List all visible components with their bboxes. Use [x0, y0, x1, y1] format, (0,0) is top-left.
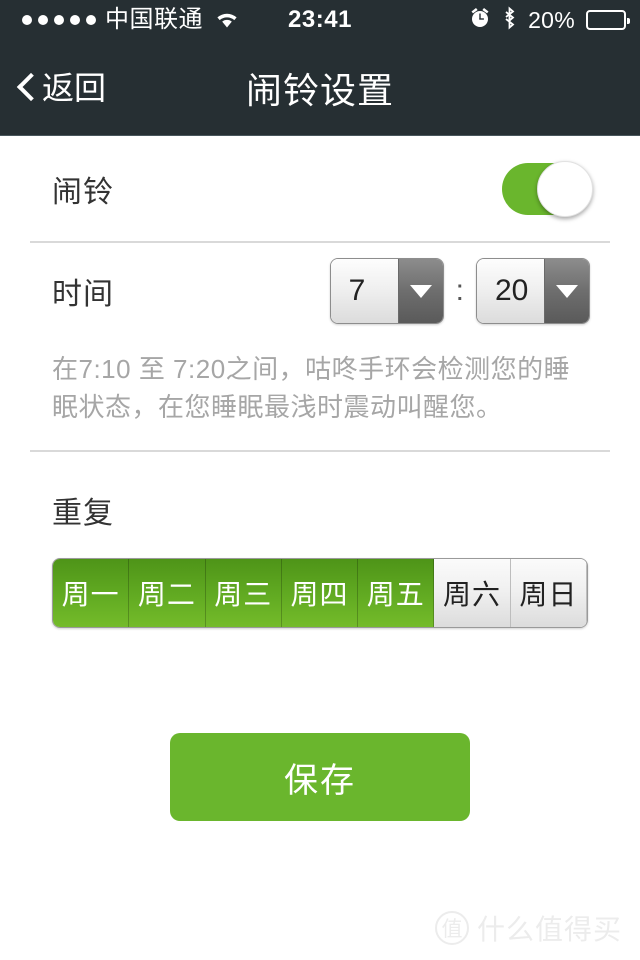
day-label: 周三	[214, 579, 273, 611]
day-cell[interactable]: 周三	[205, 559, 282, 628]
repeat-days-selector: 周一 周二 周三 周四 周五 周六 周日	[52, 558, 588, 629]
day-label: 周四	[290, 579, 349, 611]
battery-icon	[586, 10, 630, 30]
watermark-label: 什么值得买	[476, 914, 622, 945]
save-button[interactable]: 保存	[170, 733, 470, 822]
day-cell[interactable]: 周一	[53, 559, 130, 628]
main-content: 闹铃 时间 7 : 20 在7:10 至 7:20之间，咕咚手环会检测您的睡眠状…	[0, 136, 640, 822]
day-cell[interactable]: 周六	[434, 559, 511, 628]
toggle-knob	[537, 160, 593, 217]
day-label: 周一	[61, 579, 120, 611]
minute-select[interactable]: 20	[476, 258, 590, 324]
alarm-toggle-switch[interactable]	[502, 160, 593, 217]
time-controls: 7 : 20	[329, 258, 590, 324]
minute-value: 20	[477, 259, 544, 323]
back-button[interactable]: 返回	[16, 71, 106, 105]
time-separator: :	[455, 274, 464, 307]
day-cell[interactable]: 周日	[510, 559, 587, 628]
chevron-down-icon	[397, 259, 443, 323]
bluetooth-icon	[502, 6, 517, 35]
status-bar: 中国联通 23:41 20%	[0, 0, 640, 40]
save-button-container: 保存	[0, 733, 640, 822]
time-description: 在7:10 至 7:20之间，咕咚手环会检测您的睡眠状态，在您睡眠最浅时震动叫醒…	[52, 354, 571, 422]
day-cell[interactable]: 周二	[129, 559, 206, 628]
battery-percent-label: 20%	[528, 6, 575, 33]
alarm-label: 闹铃	[52, 175, 114, 209]
repeat-section-title: 重复	[52, 497, 114, 531]
status-bar-right: 20%	[469, 6, 630, 35]
chevron-down-icon	[544, 259, 589, 323]
time-label: 时间	[52, 278, 114, 311]
day-label: 周二	[137, 579, 196, 611]
time-setting-row: 时间 7 : 20	[0, 243, 640, 339]
day-label: 周日	[519, 579, 578, 611]
hour-select[interactable]: 7	[329, 258, 444, 324]
day-label: 周五	[366, 579, 425, 611]
chevron-left-icon	[16, 71, 36, 105]
day-label: 周六	[443, 579, 502, 611]
day-cell[interactable]: 周五	[358, 559, 435, 628]
navigation-bar: 返回 闹铃设置	[0, 40, 640, 136]
alarm-toggle-row: 闹铃	[0, 136, 640, 241]
watermark-logo-icon: 值	[434, 911, 469, 945]
hour-value: 7	[330, 259, 398, 323]
back-button-label: 返回	[42, 69, 107, 106]
watermark: 值 什么值得买	[434, 908, 622, 948]
alarm-clock-icon	[469, 7, 491, 34]
day-cell[interactable]: 周四	[281, 559, 359, 628]
